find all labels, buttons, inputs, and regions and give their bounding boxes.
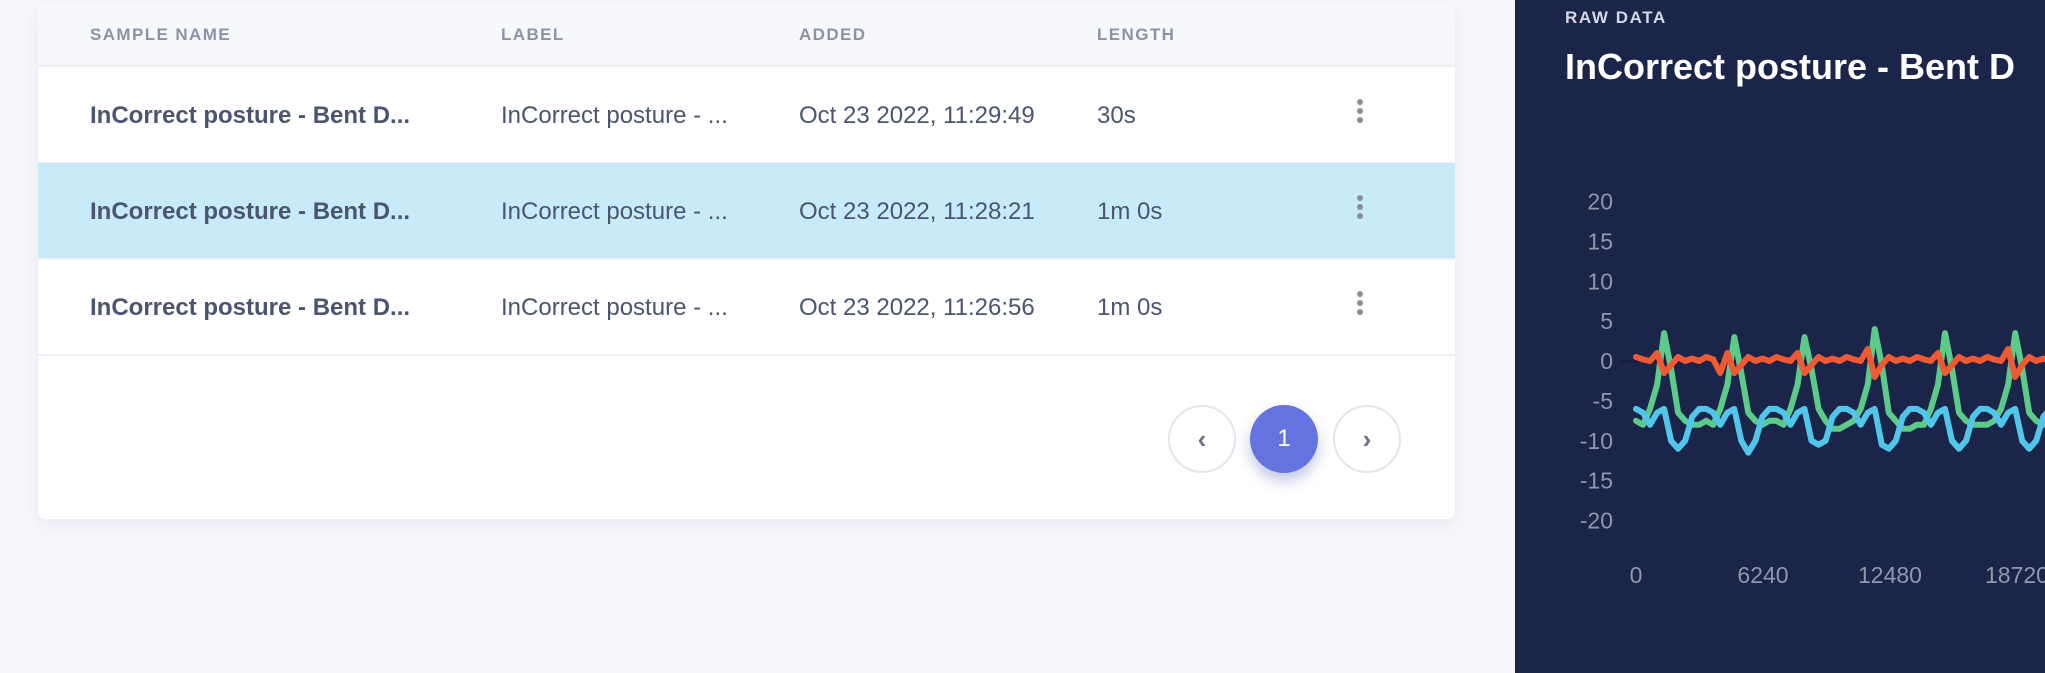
y-tick-label: 5 [1600, 308, 1613, 334]
y-tick-label: 20 [1587, 189, 1613, 215]
x-tick-label: 12480 [1858, 562, 1922, 588]
x-tick-label: 6240 [1737, 562, 1788, 588]
x-tick-label: 18720 [1985, 562, 2045, 588]
raw-data-chart: 20 15 10 5 0 -5 -10 -15 -20 0 6240 12480 18720 [1580, 189, 2045, 588]
y-tick-label: 0 [1600, 348, 1613, 374]
x-tick-label: 0 [1630, 562, 1643, 588]
series-line-2 [1633, 346, 2045, 380]
y-tick-label: -10 [1580, 428, 1613, 454]
y-tick-label: 15 [1587, 228, 1613, 254]
y-tick-label: 10 [1587, 268, 1613, 294]
y-tick-label: -20 [1580, 508, 1613, 534]
y-tick-label: -15 [1580, 468, 1613, 494]
y-tick-label: -5 [1593, 388, 1613, 414]
